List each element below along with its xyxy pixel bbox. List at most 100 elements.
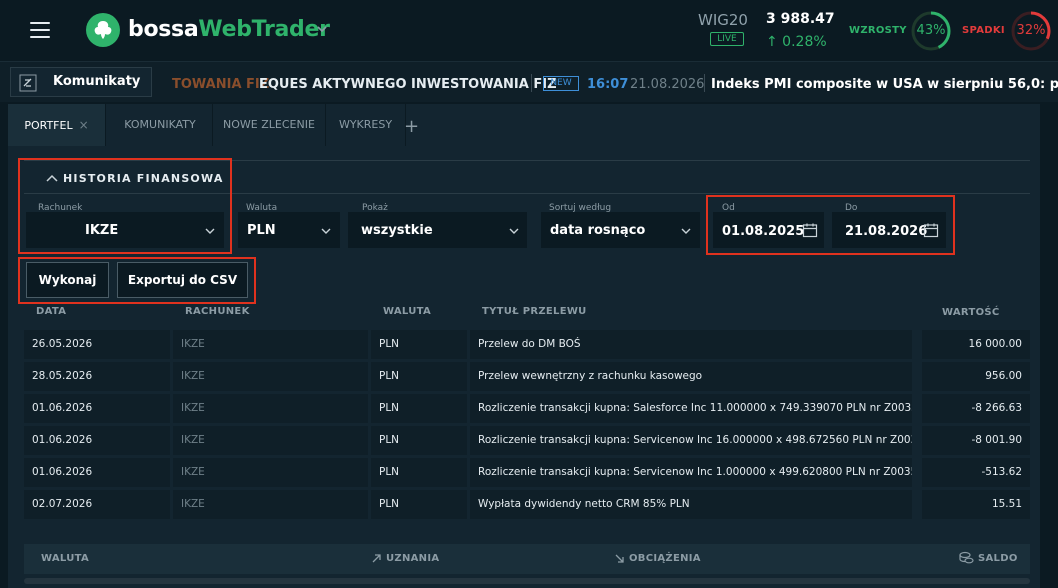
toggle-icon xyxy=(19,74,37,92)
table-cell-currency: PLN xyxy=(371,362,467,391)
table-cell-title: Rozliczenie transakcji kupna: Servicenow… xyxy=(470,426,912,455)
tab-komunikaty[interactable]: KOMUNIKATY xyxy=(108,104,213,146)
ticker-news[interactable]: Indeks PMI composite w USA w sierpniu 56… xyxy=(711,77,1058,92)
brand-name[interactable]: bossaWebTrader xyxy=(128,17,330,42)
show-value: wszystkie xyxy=(361,223,433,238)
account-value: IKZE xyxy=(85,223,119,238)
ticker-date: 21.08.2026 xyxy=(630,77,705,92)
chevron-down-icon xyxy=(321,228,331,234)
column-header-account[interactable]: RACHUNEK xyxy=(185,306,250,317)
table-cell-currency: PLN xyxy=(371,458,467,487)
tab-wykresy[interactable]: WYKRESY xyxy=(326,104,406,146)
coins-icon xyxy=(959,551,974,564)
table-cell-date: 01.06.2026 xyxy=(24,426,170,455)
falls-percent: 32% xyxy=(1016,23,1046,38)
column-header-date[interactable]: DATA xyxy=(36,306,66,317)
chevron-down-icon xyxy=(509,228,519,234)
table-cell-date: 02.07.2026 xyxy=(24,490,170,519)
table-row[interactable]: 01.06.2026 IKZE PLN Rozliczenie transakcji … xyxy=(24,394,1030,426)
summary-balance-header: SALDO xyxy=(978,553,1018,564)
table-cell-date: 01.06.2026 xyxy=(24,394,170,423)
table-cell-currency: PLN xyxy=(371,330,467,359)
tab-nowe-zlecenie[interactable]: NOWE ZLECENIE xyxy=(213,104,326,146)
summary-debits-header: OBCIĄŻENIA xyxy=(629,553,701,564)
horizontal-scrollbar[interactable] xyxy=(24,578,1030,584)
table-cell-title: Rozliczenie transakcji kupna: Servicenow… xyxy=(470,458,912,487)
date-to-value: 21.08.2026 xyxy=(845,224,928,239)
table-cell-currency: PLN xyxy=(371,426,467,455)
sort-value: data rosnąco xyxy=(550,223,646,238)
date-from-input[interactable]: 01.08.2025 xyxy=(713,212,824,248)
ticker-time: 16:07 xyxy=(587,77,629,92)
table-cell-title: Przelew do DM BOŚ xyxy=(470,330,912,359)
chevron-down-icon[interactable] xyxy=(315,22,329,36)
bossa-logo-icon xyxy=(86,13,120,47)
table-cell-value: 16 000.00 xyxy=(922,330,1030,359)
table-cell-account: IKZE xyxy=(173,490,368,519)
table-cell-account: IKZE xyxy=(173,362,368,391)
table-cell-title: Wypłata dywidendy netto CRM 85% PLN xyxy=(470,490,912,519)
close-icon[interactable]: × xyxy=(79,118,89,132)
table-cell-title: Rozliczenie transakcji kupna: Salesforce… xyxy=(470,394,912,423)
ticker-text[interactable]: EQUES AKTYWNEGO INWESTOWANIA FIZ xyxy=(259,77,557,92)
show-select[interactable]: wszystkie xyxy=(348,212,527,248)
arrow-up-right-icon xyxy=(372,554,381,563)
summary-bar xyxy=(24,544,1030,574)
summary-credits-header: UZNANIA xyxy=(386,553,440,564)
export-csv-button[interactable]: Exportuj do CSV xyxy=(117,262,248,298)
tab-label: PORTFEL xyxy=(24,119,73,132)
table-cell-account: IKZE xyxy=(173,426,368,455)
table-cell-value: 15.51 xyxy=(922,490,1030,519)
table-cell-currency: PLN xyxy=(371,394,467,423)
account-select[interactable]: IKZE xyxy=(26,212,224,248)
section-title[interactable]: HISTORIA FINANSOWA xyxy=(63,172,224,185)
index-value: 3 988.47 xyxy=(766,11,835,27)
chevron-up-icon[interactable] xyxy=(46,173,58,183)
currency-select[interactable]: PLN xyxy=(238,212,340,248)
table-cell-date: 01.06.2026 xyxy=(24,458,170,487)
table-row[interactable]: 01.06.2026 IKZE PLN Rozliczenie transakcji … xyxy=(24,458,1030,490)
chevron-down-icon xyxy=(681,228,691,234)
rises-percent: 43% xyxy=(916,23,946,38)
column-header-currency[interactable]: WALUTA xyxy=(383,306,431,317)
ticker-divider xyxy=(704,74,705,92)
date-from-value: 01.08.2025 xyxy=(722,224,805,239)
tab-portfel[interactable]: PORTFEL × xyxy=(8,104,106,146)
execute-button[interactable]: Wykonaj xyxy=(26,262,109,298)
table-cell-date: 26.05.2026 xyxy=(24,330,170,359)
add-tab-icon[interactable]: + xyxy=(404,116,419,137)
table-row[interactable]: 26.05.2026 IKZE PLN Przelew do DM BOŚ 16 000… xyxy=(24,330,1030,362)
arrow-down-right-icon xyxy=(615,554,624,563)
table-row[interactable]: 28.05.2026 IKZE PLN Przelew wewnętrzny z ra… xyxy=(24,362,1030,394)
summary-currency-header: WALUTA xyxy=(41,553,90,564)
table-cell-value: -8 001.90 xyxy=(922,426,1030,455)
new-badge: NEW xyxy=(543,76,579,91)
table-cell-account: IKZE xyxy=(173,458,368,487)
announcements-label: Komunikaty xyxy=(53,74,141,89)
table-cell-currency: PLN xyxy=(371,490,467,519)
rises-label: WZROSTY xyxy=(849,25,907,36)
announcements-button[interactable]: Komunikaty xyxy=(10,67,152,97)
calendar-icon[interactable] xyxy=(802,222,818,238)
table-cell-value: 956.00 xyxy=(922,362,1030,391)
column-header-value[interactable]: WARTOŚĆ xyxy=(942,307,1000,318)
ticker-faded-text: TOWANIA FIZ xyxy=(172,77,270,92)
column-header-title[interactable]: TYTUŁ PRZELEWU xyxy=(482,306,587,317)
ticker-divider xyxy=(531,74,532,92)
calendar-icon[interactable] xyxy=(923,222,939,238)
table-cell-title: Przelew wewnętrzny z rachunku kasowego xyxy=(470,362,912,391)
date-to-input[interactable]: 21.08.2026 xyxy=(832,212,946,248)
table-cell-account: IKZE xyxy=(173,330,368,359)
table-cell-value: -8 266.63 xyxy=(922,394,1030,423)
sort-select[interactable]: data rosnąco xyxy=(541,212,700,248)
currency-value: PLN xyxy=(247,223,276,238)
menu-icon[interactable] xyxy=(30,22,50,38)
falls-label: SPADKI xyxy=(962,25,1005,36)
index-name[interactable]: WIG20 xyxy=(698,11,748,29)
live-badge: LIVE xyxy=(710,32,744,46)
index-change: ↑ 0.28% xyxy=(766,34,827,50)
chevron-down-icon xyxy=(205,228,215,234)
table-row[interactable]: 02.07.2026 IKZE PLN Wypłata dywidendy netto… xyxy=(24,490,1030,522)
table-cell-account: IKZE xyxy=(173,394,368,423)
table-row[interactable]: 01.06.2026 IKZE PLN Rozliczenie transakcji … xyxy=(24,426,1030,458)
